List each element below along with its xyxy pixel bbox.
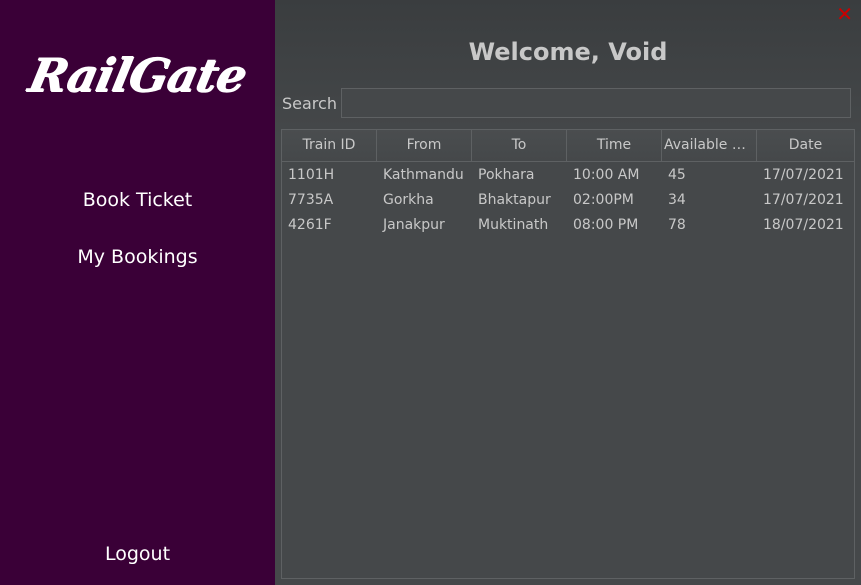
column-header-available-seats[interactable]: Available Se...: [662, 130, 757, 161]
main-panel: ✕ Welcome, Void Search Train ID From To …: [275, 0, 861, 585]
close-icon[interactable]: ✕: [836, 2, 853, 26]
search-label: Search: [282, 94, 337, 113]
column-header-to[interactable]: To: [472, 130, 567, 161]
cell-available-seats: 45: [668, 167, 686, 183]
welcome-heading: Welcome, Void: [468, 38, 668, 66]
logout-button[interactable]: Logout: [0, 543, 275, 565]
cell-time: 08:00 PM: [573, 217, 639, 233]
trains-table: Train ID From To Time Available Se... Da…: [281, 129, 855, 579]
cell-to: Bhaktapur: [478, 192, 551, 208]
table-body: 1101H Kathmandu Pokhara 10:00 AM 45 17/0…: [282, 162, 854, 238]
table-row[interactable]: 4261F Janakpur Muktinath 08:00 PM 78 18/…: [282, 213, 854, 238]
cell-train-id: 1101H: [288, 167, 335, 183]
cell-time: 02:00PM: [573, 192, 634, 208]
cell-train-id: 7735A: [288, 192, 334, 208]
column-header-train-id[interactable]: Train ID: [282, 130, 377, 161]
table-header: Train ID From To Time Available Se... Da…: [282, 130, 854, 162]
column-header-time[interactable]: Time: [567, 130, 662, 161]
table-row[interactable]: 7735A Gorkha Bhaktapur 02:00PM 34 17/07/…: [282, 188, 854, 213]
search-input[interactable]: [341, 88, 851, 118]
cell-from: Janakpur: [383, 217, 445, 233]
cell-date: 18/07/2021: [763, 217, 844, 233]
nav-book-ticket[interactable]: Book Ticket: [0, 189, 275, 211]
cell-time: 10:00 AM: [573, 167, 640, 183]
cell-from: Gorkha: [383, 192, 434, 208]
column-header-date[interactable]: Date: [757, 130, 854, 161]
cell-from: Kathmandu: [383, 167, 464, 183]
cell-date: 17/07/2021: [763, 167, 844, 183]
column-header-from[interactable]: From: [377, 130, 472, 161]
app-logo: RailGate: [23, 48, 252, 102]
table-row[interactable]: 1101H Kathmandu Pokhara 10:00 AM 45 17/0…: [282, 163, 854, 188]
cell-available-seats: 78: [668, 217, 686, 233]
cell-to: Muktinath: [478, 217, 549, 233]
cell-date: 17/07/2021: [763, 192, 844, 208]
cell-train-id: 4261F: [288, 217, 332, 233]
cell-available-seats: 34: [668, 192, 686, 208]
cell-to: Pokhara: [478, 167, 535, 183]
nav-my-bookings[interactable]: My Bookings: [0, 246, 275, 268]
sidebar: RailGate Book Ticket My Bookings Logout: [0, 0, 275, 585]
